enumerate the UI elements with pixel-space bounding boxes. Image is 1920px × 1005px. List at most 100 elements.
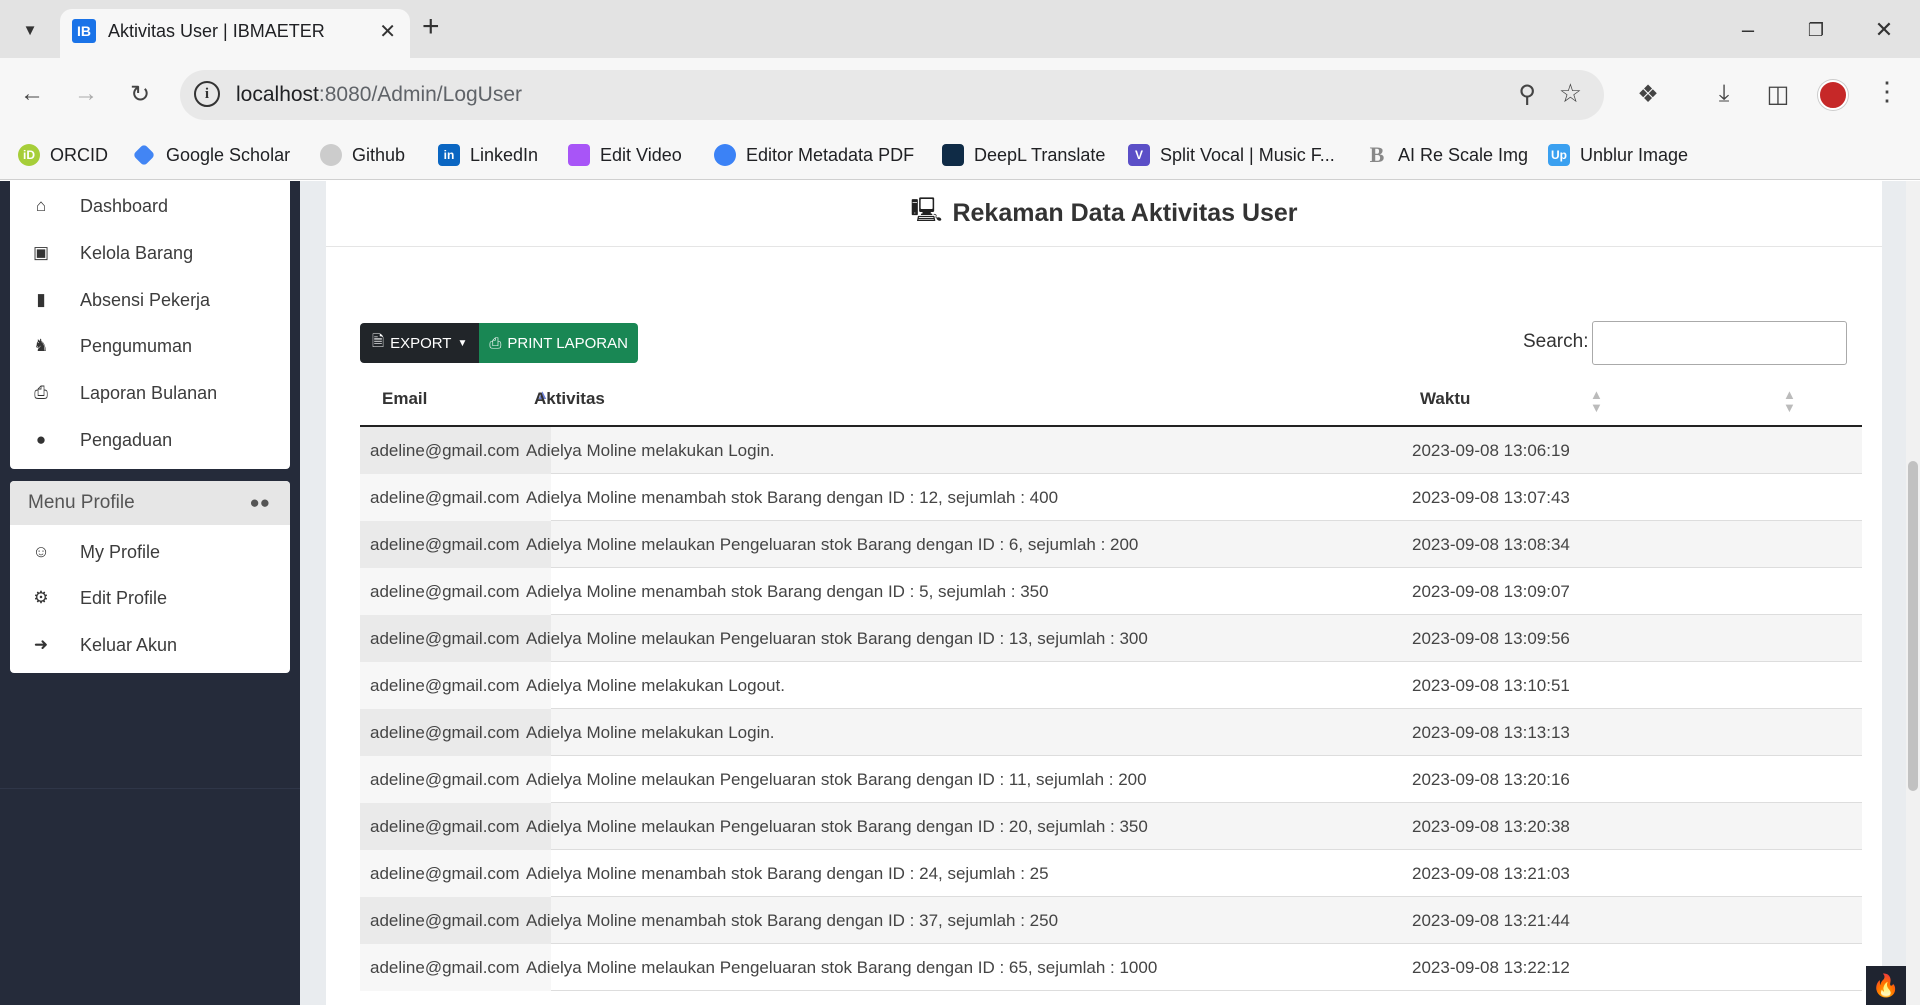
github-icon xyxy=(320,144,342,166)
table-row: adeline@gmail.com Adielya Moline melakuka… xyxy=(360,709,1862,756)
table-row: adeline@gmail.com Adielya Moline melaukan… xyxy=(360,944,1862,991)
back-arrow-icon[interactable]: ← xyxy=(14,76,50,112)
sidebar-item-label: Absensi Pekerja xyxy=(80,289,211,310)
close-window-icon[interactable]: ✕ xyxy=(1868,14,1900,46)
unblur-icon: Up xyxy=(1548,144,1570,166)
sidebar: ⌂ Dashboard ▣ Kelola Barang ▮ Absensi Peker… xyxy=(0,181,300,1005)
column-header-aktivitas[interactable]: Aktivitas xyxy=(534,371,605,427)
cell-aktivitas: Adielya Moline melaukan Pengeluaran stok… xyxy=(526,957,1158,977)
cell-email: adeline@gmail.com xyxy=(370,581,520,601)
sort-both-icon[interactable]: ▲ ▼ xyxy=(1783,388,1796,414)
table-body: adeline@gmail.com Adielya Moline melakuka… xyxy=(360,427,1862,991)
table-row: adeline@gmail.com Adielya Moline melakuka… xyxy=(360,427,1862,474)
sidebar-item-label: Edit Profile xyxy=(80,587,168,608)
column-header-waktu[interactable]: Waktu xyxy=(1420,371,1470,427)
deepl-icon xyxy=(942,144,964,166)
bookmark-ai-rescale[interactable]: B AI Re Scale Img xyxy=(1366,140,1528,170)
cell-aktivitas: Adielya Moline menambah stok Barang deng… xyxy=(526,487,1059,507)
cell-email: adeline@gmail.com xyxy=(370,675,520,695)
reload-icon[interactable]: ↻ xyxy=(122,76,158,112)
bookmark-github[interactable]: Github xyxy=(320,140,405,170)
bookmark-unblur-image[interactable]: Up Unblur Image xyxy=(1548,140,1688,170)
address-bar[interactable]: i localhost:8080/Admin/LogUser ⚲ ☆ xyxy=(180,70,1604,120)
sidebar-item-absensi-pekerja[interactable]: ▮ Absensi Pekerja xyxy=(10,277,290,323)
bookmark-star-icon[interactable]: ☆ xyxy=(1559,78,1582,109)
debug-toolbar-flame-icon[interactable]: 🔥 xyxy=(1866,966,1906,1005)
cell-waktu: 2023-09-08 13:08:34 xyxy=(1412,534,1570,554)
cell-aktivitas: Adielya Moline melakukan Logout. xyxy=(526,675,785,695)
ai-rescale-icon: B xyxy=(1369,142,1385,167)
bookmark-edit-video[interactable]: Edit Video xyxy=(568,140,682,170)
caret-down-icon: ▼ xyxy=(457,337,468,349)
cell-email: adeline@gmail.com xyxy=(370,487,520,507)
cell-aktivitas: Adielya Moline melakukan Login. xyxy=(526,722,775,742)
bookmark-editor-metadata-pdf[interactable]: Editor Metadata PDF xyxy=(714,140,914,170)
bookmark-orcid[interactable]: iD ORCID xyxy=(18,140,108,170)
extensions-puzzle-icon[interactable]: ❖ xyxy=(1632,78,1664,110)
tab-search-chevron-icon[interactable]: ▼ xyxy=(14,14,46,46)
table-row: adeline@gmail.com Adielya Moline melakuka… xyxy=(360,662,1862,709)
page-body: ⌂ Dashboard ▣ Kelola Barang ▮ Absensi Peker… xyxy=(0,181,1920,1005)
restore-icon[interactable]: ❐ xyxy=(1800,14,1832,46)
cell-email: adeline@gmail.com xyxy=(370,534,520,554)
sidebar-item-label: Pengumuman xyxy=(80,335,193,356)
print-icon: ⎙ xyxy=(34,383,48,402)
editor-metadata-icon xyxy=(714,144,736,166)
cell-email: adeline@gmail.com xyxy=(370,628,520,648)
card-header: 🖳 Rekaman Data Aktivitas User xyxy=(326,181,1882,247)
bookmark-label: DeepL Translate xyxy=(974,144,1106,165)
table-row: adeline@gmail.com Adielya Moline melaukan… xyxy=(360,615,1862,662)
print-laporan-button[interactable]: ⎙ PRINT LAPORAN xyxy=(479,323,638,363)
download-icon[interactable]: ⤓ xyxy=(1708,78,1740,110)
url-text: localhost:8080/Admin/LogUser xyxy=(236,83,522,107)
bookmark-label: AI Re Scale Img xyxy=(1398,144,1529,165)
bookmark-label: Unblur Image xyxy=(1580,144,1689,165)
zoom-out-icon[interactable]: ⚲ xyxy=(1518,80,1536,109)
chat-icon: ● xyxy=(35,430,47,449)
tab-close-icon[interactable]: ✕ xyxy=(379,19,396,44)
cell-email: adeline@gmail.com xyxy=(370,440,520,460)
bookmark-deepl[interactable]: DeepL Translate xyxy=(942,140,1105,170)
bookmark-google-scholar[interactable]: Google Scholar xyxy=(132,140,290,170)
bookmark-label: Editor Metadata PDF xyxy=(746,144,915,165)
sidebar-item-edit-profile[interactable]: ⚙ Edit Profile xyxy=(10,575,290,621)
minimize-icon[interactable]: – xyxy=(1732,14,1764,46)
new-tab-plus-icon[interactable]: + xyxy=(422,12,440,42)
page-scrollbar[interactable] xyxy=(1906,181,1920,1005)
sidebar-item-laporan-bulanan[interactable]: ⎙ Laporan Bulanan xyxy=(10,370,290,416)
cell-aktivitas: Adielya Moline menambah stok Barang deng… xyxy=(526,863,1049,883)
sidebar-item-my-profile[interactable]: ☺ My Profile xyxy=(10,529,290,575)
url-host: localhost xyxy=(236,83,319,106)
bookmark-linkedin[interactable]: in LinkedIn xyxy=(438,140,538,170)
table-header: Email ▲ Aktivitas ▲ ▼ Waktu ▲ ▼ xyxy=(360,371,1862,427)
sidebar-item-pengumuman[interactable]: ♞ Pengumuman xyxy=(10,323,290,369)
bookmark-label: ORCID xyxy=(50,144,108,165)
bookmark-label: Github xyxy=(352,144,406,165)
page-scrollbar-thumb[interactable] xyxy=(1908,461,1918,791)
sidebar-item-label: Keluar Akun xyxy=(80,634,178,655)
export-dropdown-button[interactable]: 🗎 EXPORT ▼ xyxy=(360,323,480,363)
cell-waktu: 2023-09-08 13:21:44 xyxy=(1412,910,1570,930)
cell-email: adeline@gmail.com xyxy=(370,910,520,930)
profile-avatar[interactable] xyxy=(1818,80,1848,110)
sidebar-item-dashboard[interactable]: ⌂ Dashboard xyxy=(10,183,290,229)
sort-both-icon[interactable]: ▲ ▼ xyxy=(1590,388,1603,414)
forward-arrow-icon[interactable]: → xyxy=(68,76,104,112)
clipboard-icon: ▮ xyxy=(36,290,46,309)
browser-menu-icon[interactable]: ⋮ xyxy=(1874,76,1900,107)
side-panel-icon[interactable]: ◫ xyxy=(1762,78,1794,110)
search-label: Search: xyxy=(1523,331,1589,352)
column-header-email[interactable]: Email xyxy=(382,371,427,427)
cell-aktivitas: Adielya Moline melaukan Pengeluaran stok… xyxy=(526,816,1148,836)
sidebar-item-kelola-barang[interactable]: ▣ Kelola Barang xyxy=(10,230,290,276)
site-info-icon[interactable]: i xyxy=(194,81,220,107)
sidebar-item-keluar-akun[interactable]: ➜ Keluar Akun xyxy=(10,622,290,668)
search-input[interactable] xyxy=(1592,321,1847,365)
cell-waktu: 2023-09-08 13:22:12 xyxy=(1412,957,1570,977)
table-row: adeline@gmail.com Adielya Moline menambah… xyxy=(360,897,1862,944)
cell-email: adeline@gmail.com xyxy=(370,722,520,742)
bookmark-split-vocal[interactable]: V Split Vocal | Music F... xyxy=(1128,140,1335,170)
profile-menu-header: Menu Profile ●● xyxy=(10,481,290,525)
sidebar-item-pengaduan[interactable]: ● Pengaduan xyxy=(10,417,290,463)
browser-tab[interactable]: IB Aktivitas User | IBMAETER ✕ xyxy=(60,9,410,58)
